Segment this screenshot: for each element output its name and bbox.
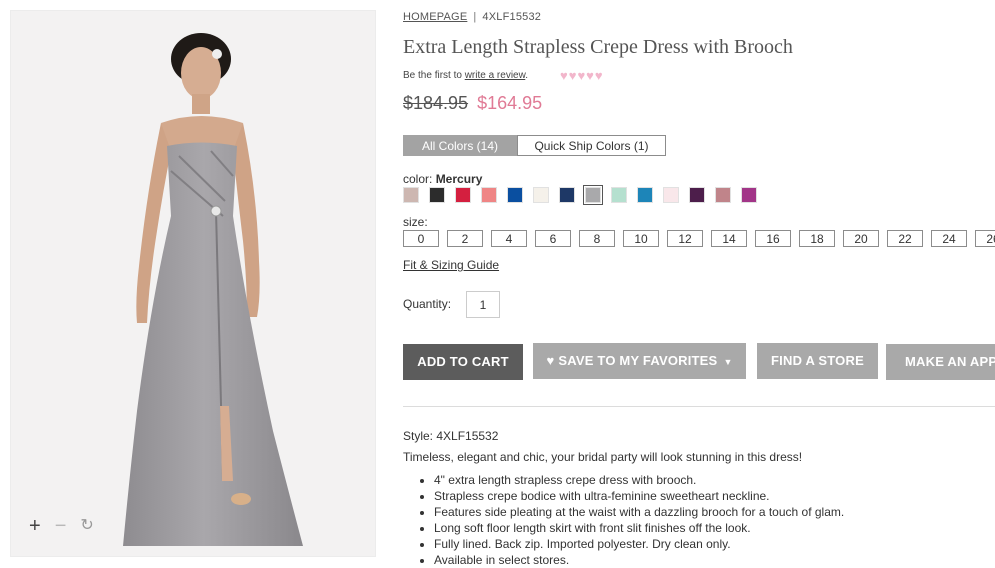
size-option[interactable]: 6 bbox=[535, 230, 571, 247]
rating-heart-icon[interactable]: ♥ bbox=[577, 69, 585, 82]
product-title: Extra Length Strapless Crepe Dress with … bbox=[403, 36, 793, 58]
size-label: size: bbox=[403, 215, 428, 229]
size-option[interactable]: 22 bbox=[887, 230, 923, 247]
zoom-out-icon[interactable]: − bbox=[55, 516, 67, 536]
color-label-text: color: bbox=[403, 172, 433, 186]
size-option[interactable]: 12 bbox=[667, 230, 703, 247]
product-info: HOMEPAGE | 4XLF15532 Extra Length Straples… bbox=[403, 0, 995, 567]
breadcrumb-current: 4XLF15532 bbox=[482, 11, 542, 23]
size-option[interactable]: 20 bbox=[843, 230, 879, 247]
size-option[interactable]: 0 bbox=[403, 230, 439, 247]
feature-bullet: Features side pleating at the waist with… bbox=[434, 504, 844, 520]
review-prefix: Be the first to bbox=[403, 70, 462, 81]
write-review-link[interactable]: write a review bbox=[465, 70, 526, 81]
color-swatch[interactable] bbox=[455, 187, 471, 203]
color-swatches bbox=[403, 185, 757, 205]
reset-zoom-icon[interactable]: ↻ bbox=[80, 516, 93, 536]
color-swatch[interactable] bbox=[533, 187, 549, 203]
color-swatch[interactable] bbox=[637, 187, 653, 203]
size-option[interactable]: 8 bbox=[579, 230, 615, 247]
color-swatch[interactable] bbox=[583, 185, 603, 205]
rating-heart-icon[interactable]: ♥ bbox=[569, 69, 577, 82]
product-image[interactable]: + − ↻ bbox=[10, 10, 376, 557]
review-suffix: . bbox=[525, 70, 529, 81]
size-option[interactable]: 2 bbox=[447, 230, 483, 247]
size-option[interactable]: 16 bbox=[755, 230, 791, 247]
color-filter-tabs: All Colors (14) Quick Ship Colors (1) bbox=[403, 135, 666, 156]
color-swatch[interactable] bbox=[715, 187, 731, 203]
feature-bullet: Fully lined. Back zip. Imported polyeste… bbox=[434, 536, 844, 552]
review-prompt: Be the first to write a review. bbox=[403, 70, 528, 81]
feature-bullet: Available in select stores. bbox=[434, 552, 844, 568]
zoom-controls: + − ↻ bbox=[29, 516, 94, 536]
save-to-favorites-button[interactable]: ♥ SAVE TO MY FAVORITES ▼ bbox=[533, 343, 746, 379]
product-features-list: 4" extra length strapless crepe dress wi… bbox=[403, 472, 844, 568]
feature-bullet: 4" extra length strapless crepe dress wi… bbox=[434, 472, 844, 488]
color-swatch[interactable] bbox=[689, 187, 705, 203]
dress-model-illustration bbox=[123, 33, 303, 546]
color-swatch[interactable] bbox=[611, 187, 627, 203]
color-swatch[interactable] bbox=[507, 187, 523, 203]
feature-bullet: Long soft floor length skirt with front … bbox=[434, 520, 844, 536]
quantity-label: Quantity: bbox=[403, 297, 452, 311]
size-option[interactable]: 14 bbox=[711, 230, 747, 247]
price-block: $184.95 $164.95 bbox=[403, 93, 542, 114]
size-option[interactable]: 18 bbox=[799, 230, 835, 247]
make-appointment-button[interactable]: MAKE AN APPOINTMENT bbox=[886, 344, 995, 380]
product-tagline: Timeless, elegant and chic, your bridal … bbox=[403, 450, 803, 464]
zoom-in-icon[interactable]: + bbox=[29, 516, 41, 536]
original-price: $184.95 bbox=[403, 93, 469, 113]
color-swatch[interactable] bbox=[429, 187, 445, 203]
breadcrumb-home-link[interactable]: HOMEPAGE bbox=[403, 11, 467, 23]
size-option[interactable]: 10 bbox=[623, 230, 659, 247]
section-divider bbox=[403, 406, 995, 407]
add-to-cart-button[interactable]: ADD TO CART bbox=[403, 344, 523, 380]
heart-icon: ♥ bbox=[546, 353, 555, 368]
color-swatch[interactable] bbox=[559, 187, 575, 203]
color-label: color: Mercury bbox=[403, 172, 482, 186]
sale-price: $164.95 bbox=[477, 93, 543, 113]
find-a-store-button[interactable]: FIND A STORE bbox=[757, 343, 878, 379]
feature-bullet: Strapless crepe bodice with ultra-femini… bbox=[434, 488, 844, 504]
caret-down-icon: ▼ bbox=[723, 357, 733, 367]
rating-hearts[interactable]: ♥ ♥ ♥ ♥ ♥ bbox=[560, 69, 603, 82]
rating-heart-icon[interactable]: ♥ bbox=[560, 69, 568, 82]
size-options: 02468101214161820222426 bbox=[403, 230, 995, 247]
size-option[interactable]: 26 bbox=[975, 230, 995, 247]
breadcrumb: HOMEPAGE | 4XLF15532 bbox=[403, 11, 541, 23]
style-number: Style: 4XLF15532 bbox=[403, 429, 499, 443]
tab-quick-ship-colors[interactable]: Quick Ship Colors (1) bbox=[517, 135, 666, 156]
color-swatch[interactable] bbox=[741, 187, 757, 203]
rating-heart-icon[interactable]: ♥ bbox=[586, 69, 594, 82]
quantity-input[interactable] bbox=[466, 291, 500, 318]
fit-sizing-guide-link[interactable]: Fit & Sizing Guide bbox=[403, 258, 499, 272]
save-to-favorites-label: SAVE TO MY FAVORITES bbox=[558, 353, 718, 368]
size-option[interactable]: 24 bbox=[931, 230, 967, 247]
rating-heart-icon[interactable]: ♥ bbox=[595, 69, 603, 82]
color-swatch[interactable] bbox=[403, 187, 419, 203]
breadcrumb-separator: | bbox=[473, 11, 477, 23]
selected-color-name: Mercury bbox=[435, 172, 483, 186]
color-swatch[interactable] bbox=[481, 187, 497, 203]
tab-all-colors[interactable]: All Colors (14) bbox=[403, 135, 517, 156]
color-swatch[interactable] bbox=[663, 187, 679, 203]
size-option[interactable]: 4 bbox=[491, 230, 527, 247]
